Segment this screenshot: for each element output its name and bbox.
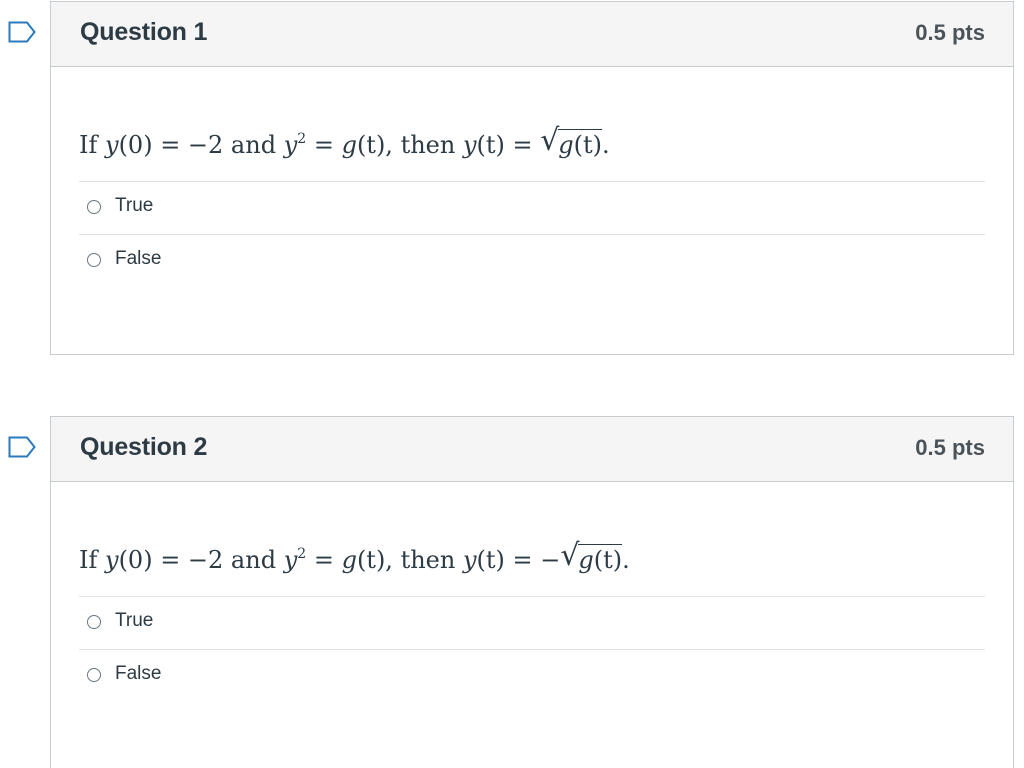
radio-button-true[interactable] xyxy=(87,200,101,214)
question-text: If y(0) = −2 and y2 = g(t), then y(t) = … xyxy=(79,123,610,159)
question-text: If y(0) = −2 and y2 = g(t), then y(t) = … xyxy=(79,538,630,574)
question-card-2: Question 2 0.5 pts If y(0) = −2 and y2 =… xyxy=(50,416,1014,768)
radio-button-false[interactable] xyxy=(87,253,101,267)
answer-list: True False xyxy=(79,596,985,703)
flag-question-1-icon[interactable] xyxy=(8,21,36,43)
answer-option-false[interactable]: False xyxy=(79,235,985,288)
question-card-1: Question 1 0.5 pts If y(0) = −2 and y2 =… xyxy=(50,1,1014,355)
answer-label[interactable]: False xyxy=(115,248,161,270)
question-header: Question 1 0.5 pts xyxy=(51,2,1013,67)
answer-option-false[interactable]: False xyxy=(79,650,985,703)
flag-question-2-icon[interactable] xyxy=(8,436,36,458)
question-body: If y(0) = −2 and y2 = g(t), then y(t) = … xyxy=(51,123,1013,288)
answer-list: True False xyxy=(79,181,985,288)
radio-button-true[interactable] xyxy=(87,615,101,629)
question-points: 0.5 pts xyxy=(915,435,985,460)
question-header: Question 2 0.5 pts xyxy=(51,417,1013,482)
square-root: √ g(t) xyxy=(560,538,623,574)
answer-option-true[interactable]: True xyxy=(79,597,985,650)
answer-label[interactable]: True xyxy=(115,195,153,217)
question-body: If y(0) = −2 and y2 = g(t), then y(t) = … xyxy=(51,538,1013,703)
square-root: √ g(t) xyxy=(540,123,603,159)
question-points: 0.5 pts xyxy=(915,20,985,45)
question-title: Question 2 xyxy=(80,433,208,461)
answer-option-true[interactable]: True xyxy=(79,182,985,235)
quiz-page: Question 1 0.5 pts If y(0) = −2 and y2 =… xyxy=(0,0,1024,768)
answer-label[interactable]: True xyxy=(115,610,153,632)
answer-label[interactable]: False xyxy=(115,663,161,685)
radio-button-false[interactable] xyxy=(87,668,101,682)
question-title: Question 1 xyxy=(80,18,208,46)
